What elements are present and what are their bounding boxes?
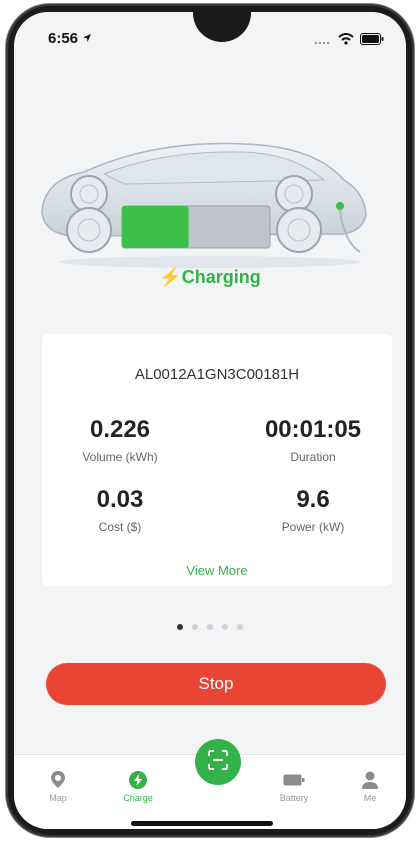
metric-cost-value: 0.03 — [96, 486, 144, 513]
metric-power: 9.6 Power (kW) — [238, 486, 388, 534]
charging-status: ⚡Charging — [14, 267, 406, 288]
battery-level-fill — [122, 206, 189, 248]
page-dot[interactable] — [237, 624, 243, 630]
metric-volume: 0.226 Volume (kWh) — [45, 416, 195, 464]
tab-charge[interactable]: Charge — [108, 769, 168, 803]
page-dot[interactable] — [177, 624, 183, 630]
view-more-link[interactable]: View More — [42, 563, 392, 578]
tab-me[interactable]: Me — [340, 769, 400, 803]
lightning-icon: ⚡ — [159, 267, 182, 287]
charging-status-text: Charging — [181, 267, 261, 287]
stop-button[interactable]: Stop — [46, 663, 386, 705]
page-dot[interactable] — [207, 624, 213, 630]
tab-map[interactable]: Map — [28, 769, 88, 803]
metric-duration-value: 00:01:05 — [264, 416, 362, 443]
charger-id: AL0012A1GN3C00181H — [134, 366, 300, 383]
status-indicators — [314, 32, 384, 50]
car-svg — [41, 142, 367, 268]
metric-cost: 0.03 Cost ($) — [45, 486, 195, 534]
bottom-tab-bar: Map Charge Battery Me — [14, 739, 406, 829]
scan-button[interactable] — [195, 739, 241, 785]
scan-icon — [206, 748, 230, 777]
metric-duration: 00:01:05 Duration — [238, 416, 388, 464]
metric-cost-label: Cost ($) — [98, 520, 142, 534]
app-screen: 6:56 ⚡Charging AL0012A1GN3C00181H 0.226 … — [14, 12, 406, 829]
tab-battery[interactable]: Battery — [264, 769, 324, 803]
page-dot[interactable] — [222, 624, 228, 630]
metric-duration-label: Duration — [290, 450, 336, 464]
charging-session-card: AL0012A1GN3C00181H 0.226 Volume (kWh) 00… — [42, 334, 392, 586]
signal-dots-icon — [314, 32, 332, 50]
location-arrow-icon — [82, 30, 92, 47]
metric-power-value: 9.6 — [296, 486, 330, 513]
tab-battery-label: Battery — [279, 793, 309, 803]
status-time-text: 6:56 — [48, 30, 79, 47]
tab-me-label: Me — [363, 793, 377, 803]
map-pin-icon — [28, 769, 88, 791]
metric-volume-value: 0.226 — [89, 416, 151, 443]
tab-map-label: Map — [49, 793, 67, 803]
home-indicator[interactable] — [131, 821, 273, 826]
status-time: 6:56 — [48, 30, 92, 47]
lightning-circle-icon — [108, 769, 168, 791]
page-dot[interactable] — [192, 624, 198, 630]
metric-volume-label: Volume (kWh) — [82, 450, 158, 464]
pagination-dots — [14, 624, 406, 630]
tab-charge-label: Charge — [123, 793, 153, 803]
battery-icon — [264, 769, 324, 791]
user-icon — [340, 769, 400, 791]
wifi-icon — [338, 32, 354, 50]
metric-power-label: Power (kW) — [281, 520, 345, 534]
battery-status-icon — [360, 32, 384, 50]
